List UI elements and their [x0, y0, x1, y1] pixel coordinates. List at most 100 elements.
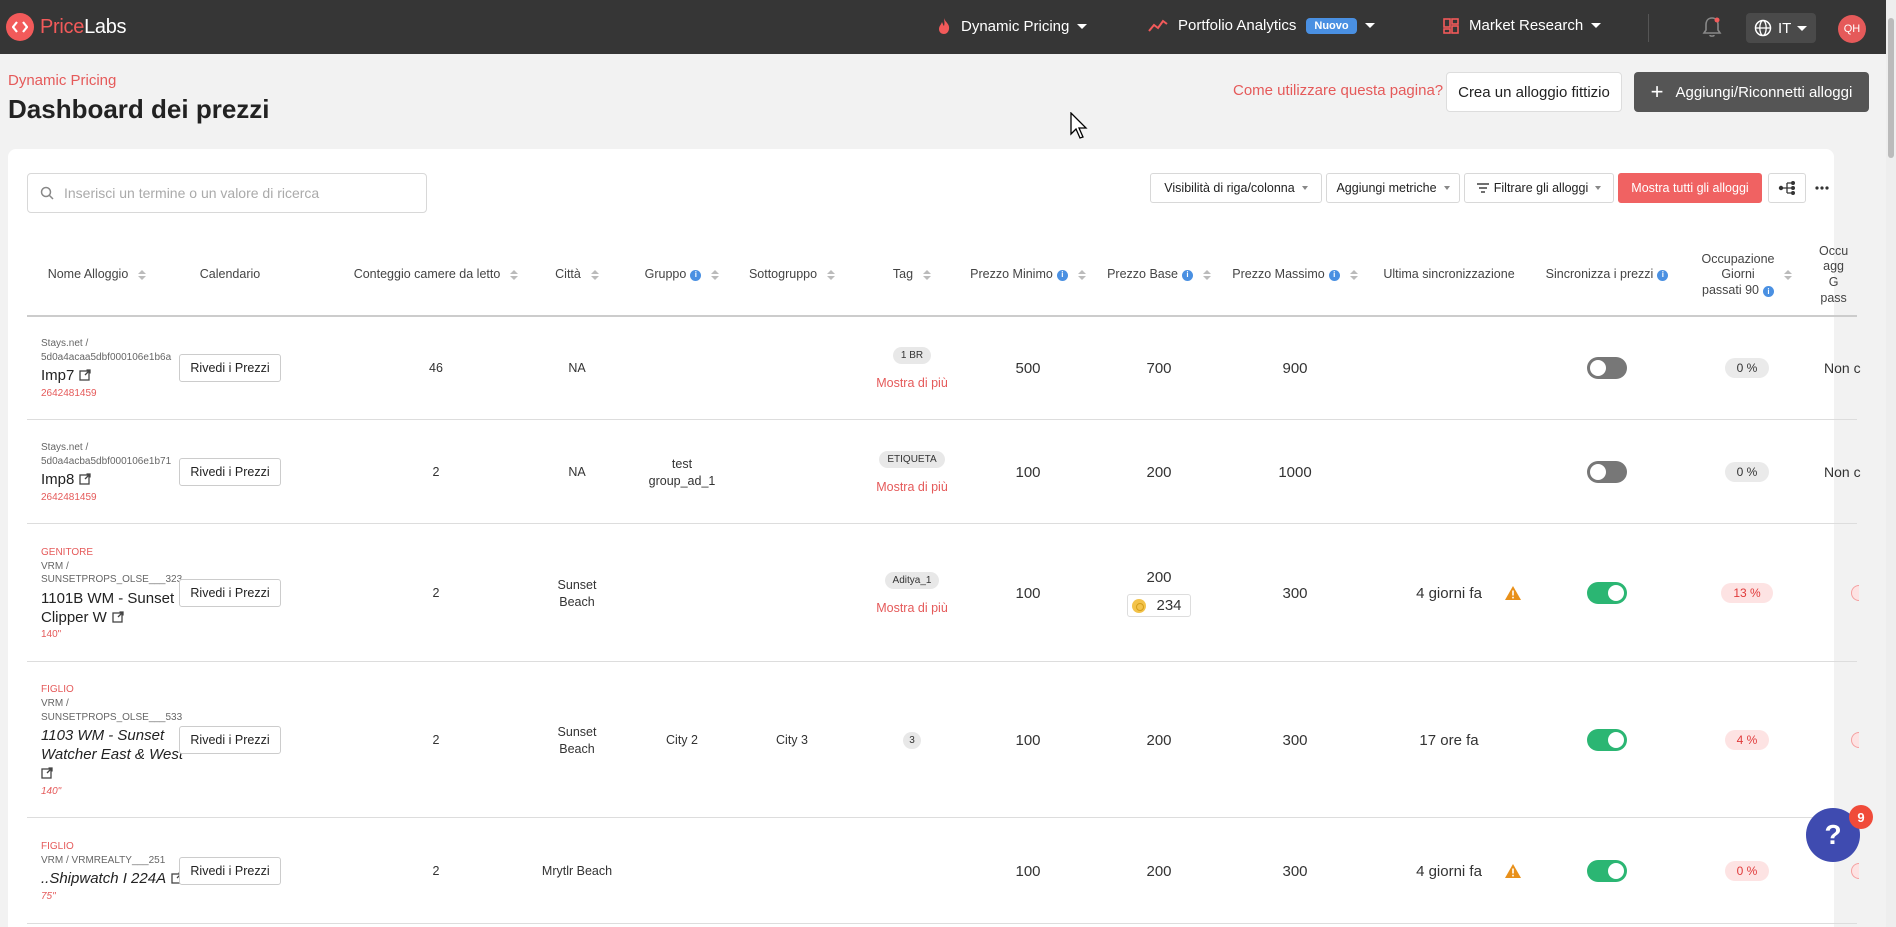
col-city[interactable]: Città — [533, 235, 621, 315]
tag-chip: ETIQUETA — [879, 450, 945, 468]
base-price-value[interactable]: 200 — [1089, 421, 1229, 523]
listing-id: 2642481459 — [41, 387, 97, 399]
search-icon — [40, 186, 54, 200]
listing-name[interactable]: 1101B WM - Sunset Clipper W — [41, 590, 191, 628]
more-options-icon[interactable] — [1812, 173, 1832, 203]
create-dummy-listing-button[interactable]: Crea un alloggio fittizio — [1446, 72, 1622, 112]
review-prices-button[interactable]: Rivedi i Prezzi — [179, 857, 281, 885]
col-bedrooms[interactable]: Conteggio camere da letto — [341, 235, 531, 315]
filter-listings-button[interactable]: Filtrare gli alloggi — [1464, 173, 1614, 203]
pms-account-id: 5d0a4acaa5dbf000106e1b6a — [41, 351, 172, 363]
review-prices-button[interactable]: Rivedi i Prezzi — [179, 458, 281, 486]
add-reconnect-listings-button[interactable]: + Aggiungi/Riconnetti alloggi — [1634, 72, 1869, 112]
show-more-link[interactable]: Mostra di più — [876, 601, 948, 615]
nav-portfolio-analytics-label: Portfolio Analytics — [1178, 17, 1297, 34]
new-badge: Nuovo — [1306, 17, 1357, 34]
listing-name[interactable]: 1103 WM - Sunset Watcher East & West — [41, 727, 191, 783]
show-more-link[interactable]: Mostra di più — [876, 480, 948, 494]
max-price-value[interactable]: 300 — [1215, 663, 1375, 817]
warning-icon[interactable] — [1504, 585, 1522, 601]
review-prices-button[interactable]: Rivedi i Prezzi — [179, 579, 281, 607]
customized-base-price[interactable]: 234 — [1127, 594, 1191, 617]
avatar[interactable]: QH — [1838, 15, 1866, 43]
sync-cell — [1537, 663, 1677, 817]
base-price-value[interactable]: 200 — [1089, 663, 1229, 817]
sort-icon[interactable] — [510, 270, 519, 280]
external-link-icon[interactable] — [112, 610, 124, 623]
col-bedrooms-label: Conteggio camere da letto — [353, 267, 501, 282]
info-icon[interactable]: i — [1657, 269, 1669, 281]
search-input[interactable] — [64, 185, 404, 201]
col-group-label: Gruppo — [644, 267, 687, 282]
info-icon[interactable]: i — [1181, 269, 1193, 281]
show-all-listings-button[interactable]: Mostra tutti gli alloggi — [1618, 173, 1762, 203]
listing-name[interactable]: Imp7 — [41, 367, 191, 386]
sync-prices-toggle[interactable] — [1587, 860, 1627, 882]
col-group[interactable]: Gruppo i — [622, 235, 742, 315]
external-link-icon[interactable] — [79, 369, 92, 381]
listing-name[interactable]: ..Shipwatch I 224A — [41, 870, 191, 889]
hierarchy-view-button[interactable] — [1768, 173, 1806, 203]
sync-prices-toggle[interactable] — [1587, 729, 1627, 751]
col-occupancy[interactable]: Occupazione Giorni passati 90 i — [1687, 235, 1807, 315]
warning-icon[interactable] — [1504, 863, 1522, 879]
globe-icon — [1754, 19, 1772, 37]
col-max-price[interactable]: Prezzo Massimo i — [1215, 235, 1375, 315]
base-price-value[interactable]: 200 — [1089, 819, 1229, 923]
min-price-value[interactable]: 100 — [953, 819, 1103, 923]
page-scrollbar-thumb[interactable] — [1888, 18, 1894, 158]
row-column-visibility-button[interactable]: Visibilità di riga/colonna — [1150, 173, 1322, 203]
info-icon[interactable]: i — [1762, 286, 1774, 298]
how-to-use-link[interactable]: Come utilizzare questa pagina? — [1233, 82, 1443, 99]
nav-dynamic-pricing[interactable]: Dynamic Pricing — [937, 17, 1088, 35]
listing-name[interactable]: Imp8 — [41, 471, 191, 490]
base-price-value[interactable]: 700 — [1089, 317, 1229, 419]
sort-icon[interactable] — [1077, 270, 1086, 280]
pricelabs-logo[interactable]: PriceLabs — [6, 13, 127, 41]
review-prices-button[interactable]: Rivedi i Prezzi — [179, 726, 281, 754]
base-price-value[interactable]: 200 — [1146, 569, 1171, 586]
external-link-icon[interactable] — [79, 473, 92, 485]
external-link-icon[interactable] — [41, 767, 53, 779]
col-tag[interactable]: Tag — [857, 235, 967, 315]
sort-icon[interactable] — [1349, 270, 1358, 280]
add-metrics-button[interactable]: Aggiungi metriche — [1326, 173, 1460, 203]
min-price-value[interactable]: 500 — [953, 317, 1103, 419]
table-row: GENITORE VRM / SUNSETPROPS_OLSE___323 11… — [27, 525, 1859, 662]
info-icon[interactable]: i — [690, 269, 702, 281]
bell-icon[interactable] — [1702, 16, 1722, 43]
sort-icon[interactable] — [923, 270, 932, 280]
col-name[interactable]: Nome Alloggio — [27, 235, 167, 315]
nav-market-research[interactable]: Market Research — [1443, 17, 1602, 34]
sort-icon[interactable] — [711, 270, 720, 280]
info-icon[interactable]: i — [1328, 269, 1340, 281]
calendar-cell: Rivedi i Prezzi — [175, 421, 285, 523]
sort-icon[interactable] — [590, 270, 599, 280]
show-more-link[interactable]: Mostra di più — [876, 376, 948, 390]
min-price-value[interactable]: 100 — [953, 421, 1103, 523]
sort-icon[interactable] — [1202, 270, 1211, 280]
col-subgroup[interactable]: Sottogruppo — [727, 235, 857, 315]
group-value: City 2 — [666, 733, 698, 747]
language-selector[interactable]: IT — [1746, 13, 1816, 43]
col-min-price[interactable]: Prezzo Minimo i — [953, 235, 1103, 315]
sync-prices-toggle[interactable] — [1587, 357, 1627, 379]
sort-icon[interactable] — [138, 270, 147, 280]
info-icon[interactable]: i — [1056, 269, 1068, 281]
min-price-value[interactable]: 100 — [953, 525, 1103, 661]
col-base-price[interactable]: Prezzo Base i — [1089, 235, 1229, 315]
breadcrumb[interactable]: Dynamic Pricing — [8, 72, 116, 89]
sync-prices-toggle[interactable] — [1587, 461, 1627, 483]
search-box[interactable] — [27, 173, 427, 213]
nav-portfolio-analytics[interactable]: Portfolio Analytics Nuovo — [1148, 17, 1375, 34]
review-prices-button[interactable]: Rivedi i Prezzi — [179, 354, 281, 382]
max-price-value[interactable]: 300 — [1215, 819, 1375, 923]
sync-prices-toggle[interactable] — [1587, 582, 1627, 604]
min-price-value[interactable]: 100 — [953, 663, 1103, 817]
occupancy-badge: 0 % — [1724, 358, 1770, 378]
sort-icon[interactable] — [1784, 270, 1793, 280]
sort-icon[interactable] — [827, 270, 836, 280]
max-price-value[interactable]: 900 — [1215, 317, 1375, 419]
max-price-value[interactable]: 1000 — [1215, 421, 1375, 523]
max-price-value[interactable]: 300 — [1215, 525, 1375, 661]
